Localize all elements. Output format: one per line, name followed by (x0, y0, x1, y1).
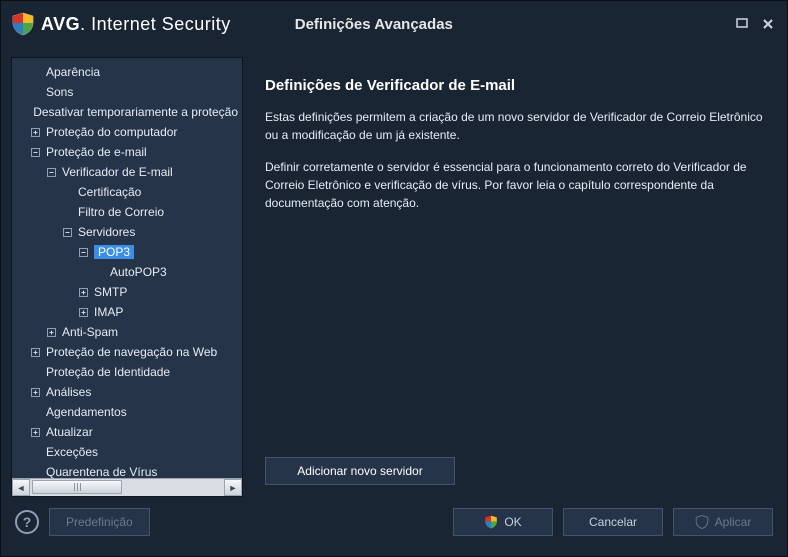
tree-item[interactable]: Verificador de E-mail (12, 162, 242, 182)
window-controls (733, 15, 777, 33)
tree-item[interactable]: Análises (12, 382, 242, 402)
expand-icon[interactable] (44, 325, 58, 339)
app-logo: AVG. Internet Security (11, 12, 231, 36)
content-area: Aparência Sons Desativar temporariamente a… (1, 47, 787, 497)
tree-item[interactable]: Proteção de navegação na Web (12, 342, 242, 362)
tree-item-label: Anti-Spam (62, 325, 118, 339)
tree-item-label: SMTP (94, 285, 127, 299)
expand-icon[interactable] (28, 425, 42, 439)
cancel-button[interactable]: Cancelar (563, 508, 663, 536)
panel-paragraph-2: Definir corretamente o servidor é essenc… (265, 158, 763, 212)
tree-item[interactable]: Filtro de Correio (12, 202, 242, 222)
expand-icon[interactable] (76, 285, 90, 299)
tree-item[interactable]: SMTP (12, 282, 242, 302)
expander-placeholder (28, 405, 42, 419)
collapse-icon[interactable] (60, 225, 74, 239)
tree-item-label: Servidores (78, 225, 135, 239)
scroll-left-button[interactable]: ◄ (12, 479, 30, 496)
settings-tree[interactable]: Aparência Sons Desativar temporariamente a… (12, 58, 242, 478)
expander-placeholder (28, 65, 42, 79)
window-subtitle: Definições Avançadas (295, 16, 453, 33)
expander-placeholder (28, 105, 29, 119)
panel-heading: Definições de Verificador de E-mail (265, 77, 763, 94)
minimize-button[interactable] (733, 15, 751, 33)
tree-item-label: Filtro de Correio (78, 205, 164, 219)
apply-label: Aplicar (715, 515, 752, 529)
expand-icon[interactable] (28, 385, 42, 399)
collapse-icon[interactable] (28, 145, 42, 159)
preset-label: Predefinição (66, 515, 133, 529)
scroll-thumb[interactable] (32, 480, 122, 494)
tree-item-label: Verificador de E-mail (62, 165, 173, 179)
tree-item[interactable]: Proteção do computador (12, 122, 242, 142)
avg-shield-icon (11, 12, 35, 36)
panel-paragraph-1: Estas definições permitem a criação de u… (265, 108, 763, 144)
tree-item-label: Atualizar (46, 425, 93, 439)
tree-item-label: Sons (46, 85, 73, 99)
horizontal-scrollbar[interactable]: ◄ ► (12, 478, 242, 496)
tree-item[interactable]: IMAP (12, 302, 242, 322)
tree-item-label: Proteção de e-mail (46, 145, 147, 159)
tree-item-label: Agendamentos (46, 405, 127, 419)
tree-item-label: Proteção de navegação na Web (46, 345, 217, 359)
tree-item[interactable]: Desativar temporariamente a proteção (12, 102, 242, 122)
tree-item-label: Exceções (46, 445, 98, 459)
ok-label: OK (504, 515, 521, 529)
footer-bar: ? Predefinição OK Cancelar Aplicar (1, 497, 787, 547)
tree-item[interactable]: Proteção de Identidade (12, 362, 242, 382)
tree-item[interactable]: POP3 (12, 242, 242, 262)
expander-placeholder (60, 205, 74, 219)
tree-item-label: Aparência (46, 65, 100, 79)
tree-item-label: Proteção de Identidade (46, 365, 170, 379)
expander-placeholder (60, 185, 74, 199)
cancel-label: Cancelar (589, 515, 637, 529)
tree-item-label: POP3 (94, 245, 134, 259)
tree-item[interactable]: Anti-Spam (12, 322, 242, 342)
tree-item-label: Quarentena de Vírus (46, 465, 157, 478)
titlebar: AVG. Internet Security Definições Avança… (1, 1, 787, 47)
tree-item-label: IMAP (94, 305, 123, 319)
help-button[interactable]: ? (15, 510, 39, 534)
ok-button[interactable]: OK (453, 508, 553, 536)
add-server-button[interactable]: Adicionar novo servidor (265, 457, 455, 485)
brand-text: AVG. Internet Security (41, 14, 231, 35)
expander-placeholder (28, 445, 42, 459)
tree-item[interactable]: Agendamentos (12, 402, 242, 422)
apply-shield-icon (695, 515, 709, 529)
add-server-label: Adicionar novo servidor (297, 464, 422, 478)
collapse-icon[interactable] (44, 165, 58, 179)
tree-item[interactable]: AutoPOP3 (12, 262, 242, 282)
expander-placeholder (28, 85, 42, 99)
apply-button[interactable]: Aplicar (673, 508, 773, 536)
close-button[interactable] (759, 15, 777, 33)
expand-icon[interactable] (76, 305, 90, 319)
collapse-icon[interactable] (76, 245, 90, 259)
tree-item[interactable]: Quarentena de Vírus (12, 462, 242, 478)
main-panel: Definições de Verificador de E-mail Esta… (251, 57, 777, 497)
tree-item[interactable]: Servidores (12, 222, 242, 242)
expander-placeholder (28, 465, 42, 478)
tree-item-label: Desativar temporariamente a proteção (33, 105, 238, 119)
expander-placeholder (28, 365, 42, 379)
tree-item-label: Análises (46, 385, 91, 399)
tree-item[interactable]: Aparência (12, 62, 242, 82)
tree-item[interactable]: Sons (12, 82, 242, 102)
expand-icon[interactable] (28, 125, 42, 139)
expander-placeholder (92, 265, 106, 279)
preset-button[interactable]: Predefinição (49, 508, 150, 536)
ok-shield-icon (484, 515, 498, 529)
settings-tree-panel: Aparência Sons Desativar temporariamente a… (11, 57, 243, 497)
tree-item[interactable]: Atualizar (12, 422, 242, 442)
tree-item[interactable]: Proteção de e-mail (12, 142, 242, 162)
expand-icon[interactable] (28, 345, 42, 359)
tree-item-label: Proteção do computador (46, 125, 177, 139)
scroll-track[interactable] (30, 479, 224, 496)
scroll-right-button[interactable]: ► (224, 479, 242, 496)
tree-item-label: AutoPOP3 (110, 265, 167, 279)
tree-item[interactable]: Exceções (12, 442, 242, 462)
tree-item[interactable]: Certificação (12, 182, 242, 202)
tree-item-label: Certificação (78, 185, 141, 199)
